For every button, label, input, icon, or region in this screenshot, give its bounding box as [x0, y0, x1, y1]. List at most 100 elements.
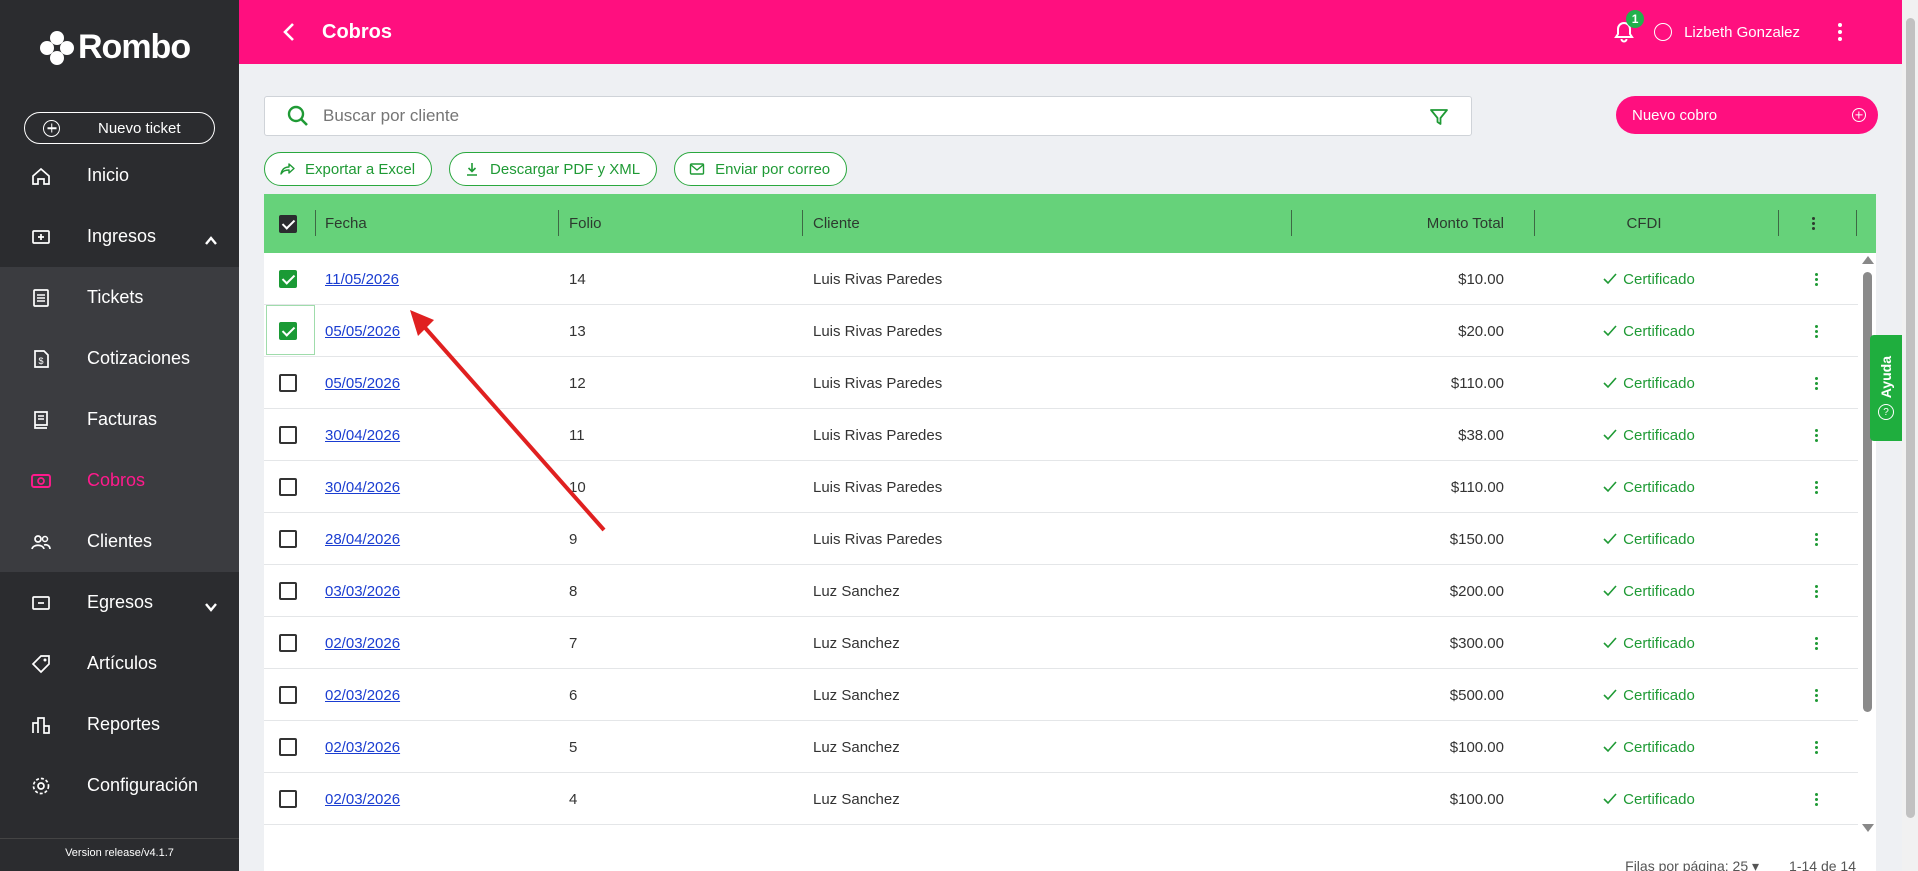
search-input[interactable] [323, 106, 1323, 126]
back-button[interactable] [283, 22, 303, 42]
column-cliente[interactable]: Cliente [813, 194, 860, 253]
row-options-button[interactable] [1815, 253, 1818, 305]
row-checkbox[interactable] [279, 738, 297, 756]
rows-per-page-select[interactable]: 25 [1733, 858, 1749, 871]
fecha-link[interactable]: 02/03/2026 [325, 635, 400, 652]
select-all-checkbox[interactable] [279, 214, 297, 233]
row-checkbox[interactable] [279, 426, 297, 444]
sidebar-item-label: Inicio [87, 165, 130, 185]
table-row[interactable]: 02/03/2026 5 Luz Sanchez $100.00 Certificado [264, 721, 1858, 773]
user-name[interactable]: Lizbeth Gonzalez [1684, 24, 1800, 41]
table-row[interactable]: 05/05/2026 13 Luis Rivas Paredes $20.00 Cert… [264, 305, 1858, 357]
row-options-button[interactable] [1815, 305, 1818, 357]
fecha-link[interactable]: 02/03/2026 [325, 739, 400, 756]
check-icon [1603, 637, 1617, 649]
select-all-cell [279, 194, 297, 253]
row-options-button[interactable] [1815, 721, 1818, 773]
folio-cell: 8 [569, 582, 578, 600]
download-pdf-xml-button[interactable]: Descargar PDF y XML [449, 152, 658, 186]
table-row[interactable]: 02/03/2026 7 Luz Sanchez $300.00 Certificado [264, 617, 1858, 669]
monto-cell: $10.00 [1458, 270, 1504, 288]
row-checkbox[interactable] [279, 530, 297, 548]
pagination: Filas por página: 25 ▾ 1-14 de 14 [1625, 858, 1856, 871]
cfdi-status: Certificado [1549, 513, 1749, 565]
sidebar-item-label: Clientes [87, 531, 153, 551]
cfdi-label: Certificado [1623, 790, 1695, 808]
check-icon [1603, 533, 1617, 545]
top-bar: Cobros 1 Lizbeth Gonzalez [239, 0, 1902, 64]
row-options-button[interactable] [1815, 565, 1818, 617]
row-checkbox[interactable] [279, 686, 297, 704]
sidebar-item-facturas[interactable]: Facturas [0, 389, 239, 450]
notifications-button[interactable]: 1 [1612, 10, 1645, 44]
fecha-link[interactable]: 30/04/2026 [325, 479, 400, 496]
row-options-button[interactable] [1815, 513, 1818, 565]
sidebar-item-articulos[interactable]: Artículos [0, 633, 239, 694]
sidebar-item-inicio[interactable]: Inicio [0, 145, 239, 206]
row-options-button[interactable] [1815, 357, 1818, 409]
tag-icon [30, 653, 52, 675]
table-row[interactable]: 02/03/2026 6 Luz Sanchez $500.00 Certificado [264, 669, 1858, 721]
table-row[interactable]: 02/03/2026 4 Luz Sanchez $100.00 Certificado [264, 773, 1858, 825]
sidebar-item-egresos[interactable]: Egresos [0, 572, 239, 633]
table-row[interactable]: 11/05/2026 14 Luis Rivas Paredes $10.00 Cert… [264, 253, 1858, 305]
row-checkbox[interactable] [279, 270, 297, 288]
page-scrollbar[interactable] [1902, 0, 1918, 871]
fecha-link[interactable]: 05/05/2026 [325, 375, 400, 392]
row-checkbox[interactable] [279, 582, 297, 600]
fecha-link[interactable]: 30/04/2026 [325, 427, 400, 444]
folio-cell: 6 [569, 686, 578, 704]
export-excel-button[interactable]: Exportar a Excel [264, 152, 433, 186]
row-options-button[interactable] [1815, 409, 1818, 461]
help-label: Ayuda [1878, 355, 1894, 399]
row-checkbox[interactable] [279, 790, 297, 808]
help-tab[interactable]: Ayuda ? [1870, 335, 1902, 441]
row-options-button[interactable] [1815, 773, 1818, 825]
fecha-link[interactable]: 05/05/2026 [325, 323, 400, 340]
row-checkbox[interactable] [279, 634, 297, 652]
row-checkbox[interactable] [279, 374, 297, 392]
fecha-link[interactable]: 02/03/2026 [325, 687, 400, 704]
check-icon [1603, 481, 1617, 493]
send-email-button[interactable]: Enviar por correo [674, 152, 848, 186]
column-options-button[interactable] [1812, 194, 1815, 253]
sidebar-item-label: Cotizaciones [87, 348, 191, 368]
row-options-button[interactable] [1815, 617, 1818, 669]
plus-circle-icon [43, 119, 60, 137]
fecha-link[interactable]: 02/03/2026 [325, 791, 400, 808]
sidebar-item-label: Tickets [87, 287, 144, 307]
row-checkbox[interactable] [279, 478, 297, 496]
fecha-link[interactable]: 03/03/2026 [325, 583, 400, 600]
fecha-link[interactable]: 28/04/2026 [325, 531, 400, 548]
new-cobro-button[interactable]: Nuevo cobro [1616, 96, 1878, 134]
sidebar-item-cotizaciones[interactable]: $ Cotizaciones [0, 328, 239, 389]
sidebar-item-label: Reportes [87, 714, 161, 734]
sidebar-item-tickets[interactable]: Tickets [0, 267, 239, 328]
sidebar-item-reportes[interactable]: Reportes [0, 694, 239, 755]
cfdi-status: Certificado [1549, 565, 1749, 617]
cfdi-status: Certificado [1549, 461, 1749, 513]
table-row[interactable]: 28/04/2026 9 Luis Rivas Paredes $150.00 Cert… [264, 513, 1858, 565]
column-monto-total[interactable]: Monto Total [1304, 194, 1504, 253]
sidebar-item-cobros[interactable]: Cobros [0, 450, 239, 511]
sidebar-item-ingresos[interactable]: Ingresos [0, 206, 239, 267]
column-fecha[interactable]: Fecha [325, 194, 367, 253]
more-options-button[interactable] [1838, 23, 1842, 41]
column-folio[interactable]: Folio [569, 194, 602, 253]
table-row[interactable]: 30/04/2026 10 Luis Rivas Paredes $110.00 Cer… [264, 461, 1858, 513]
table-row[interactable]: 03/03/2026 8 Luz Sanchez $200.00 Certificado [264, 565, 1858, 617]
sidebar-item-clientes[interactable]: Clientes [0, 511, 239, 572]
new-ticket-button[interactable]: Nuevo ticket [24, 112, 215, 144]
fecha-link[interactable]: 11/05/2026 [325, 271, 399, 288]
sidebar-item-configuracion[interactable]: Configuración [0, 755, 239, 816]
table-row[interactable]: 30/04/2026 11 Luis Rivas Paredes $38.00 Cert… [264, 409, 1858, 461]
brand-logo[interactable]: Rombo [40, 28, 191, 67]
row-options-button[interactable] [1815, 669, 1818, 721]
row-checkbox[interactable] [279, 322, 297, 340]
cfdi-label: Certificado [1623, 374, 1695, 392]
cfdi-status: Certificado [1549, 357, 1749, 409]
table-row[interactable]: 05/05/2026 12 Luis Rivas Paredes $110.00 Cer… [264, 357, 1858, 409]
row-options-button[interactable] [1815, 461, 1818, 513]
column-cfdi[interactable]: CFDI [1544, 194, 1744, 253]
filter-icon[interactable] [1429, 107, 1449, 127]
